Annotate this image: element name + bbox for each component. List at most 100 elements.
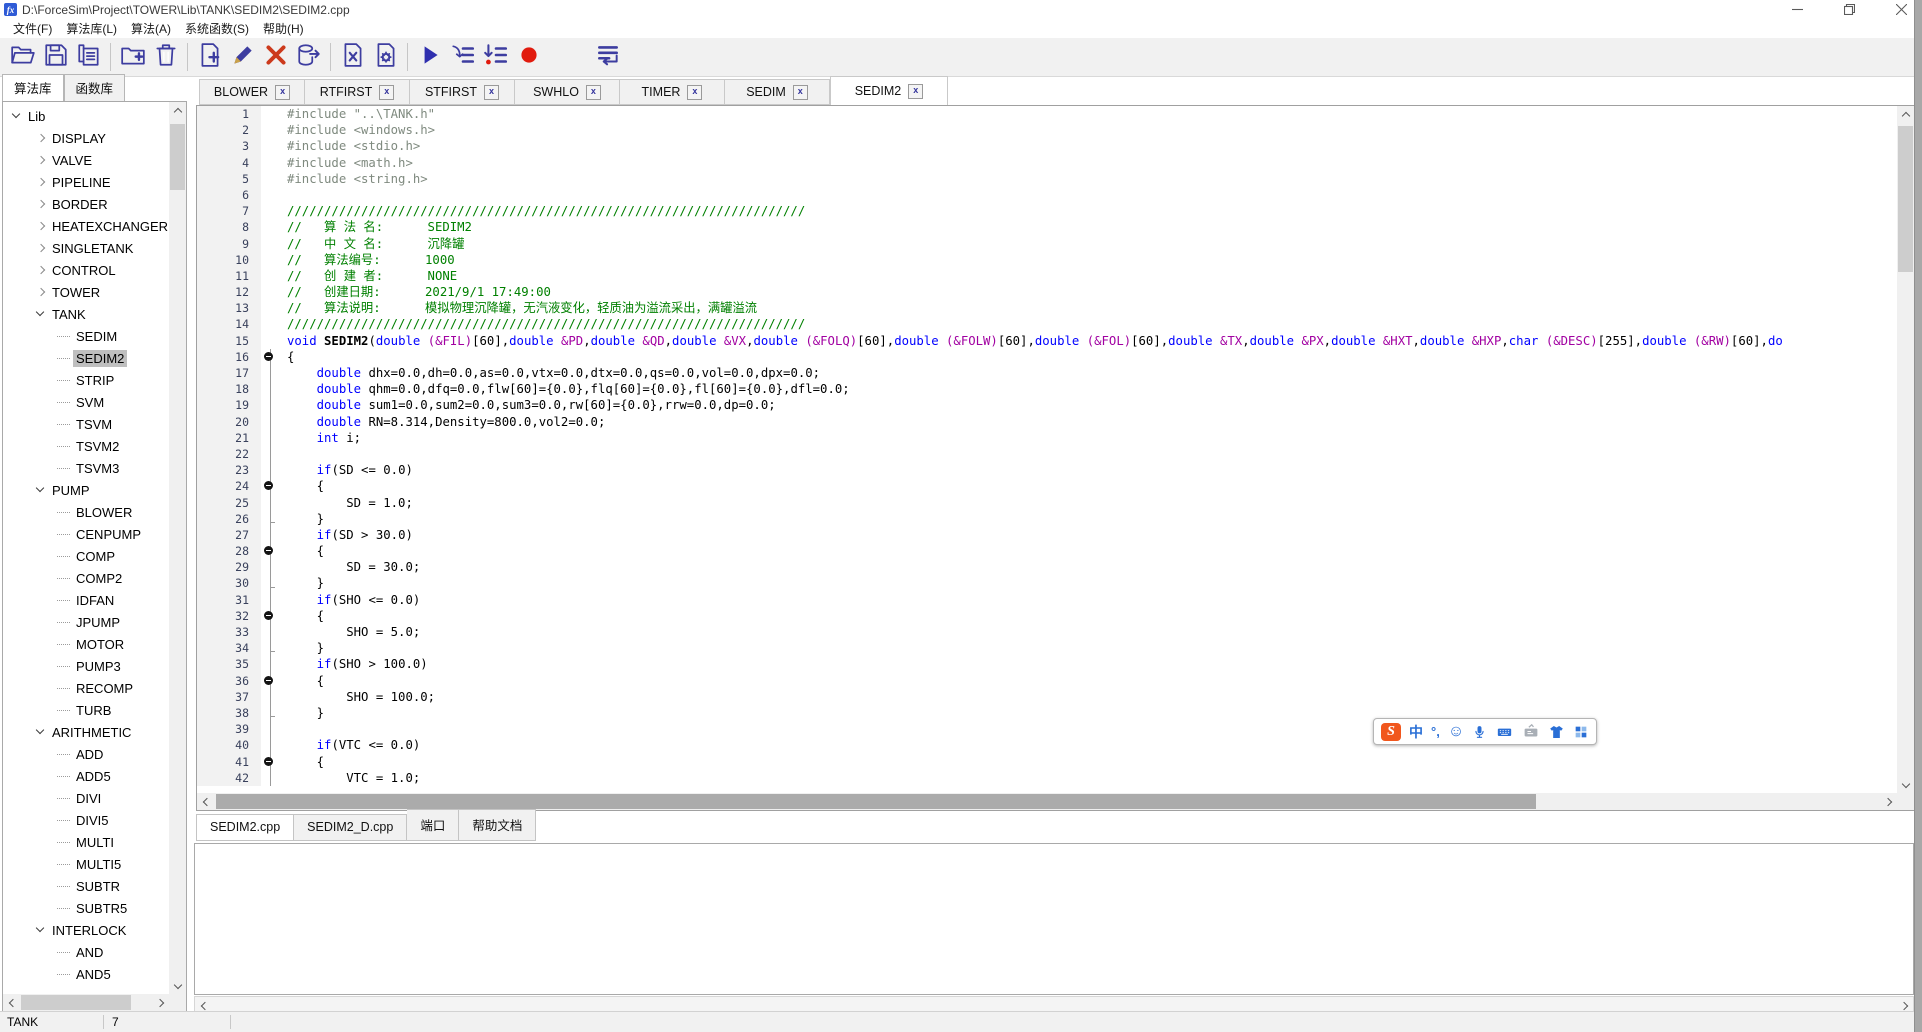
tree-item-MULTI[interactable]: MULTI: [3, 831, 168, 853]
file-gear-button[interactable]: [369, 41, 402, 73]
tree-item-MOTOR[interactable]: MOTOR: [3, 633, 168, 655]
chevron-down-icon[interactable]: [33, 482, 49, 498]
tree-item-VALVE[interactable]: VALVE: [3, 149, 168, 171]
record-button[interactable]: [512, 41, 545, 73]
tree-item-PIPELINE[interactable]: PIPELINE: [3, 171, 168, 193]
chevron-down-icon[interactable]: [33, 724, 49, 740]
tab-RTFIRST[interactable]: RTFIRSTx: [305, 79, 410, 105]
chevron-right-icon[interactable]: [33, 174, 49, 190]
tab-close-icon[interactable]: x: [793, 85, 808, 100]
tree-item-STRIP[interactable]: STRIP: [3, 369, 168, 391]
tree-item-JPUMP[interactable]: JPUMP: [3, 611, 168, 633]
tree-item-HEATEXCHANGER[interactable]: HEATEXCHANGER: [3, 215, 168, 237]
tab-SWHLO[interactable]: SWHLOx: [515, 79, 620, 105]
chevron-right-icon[interactable]: [33, 284, 49, 300]
step-into-button[interactable]: [446, 41, 479, 73]
sogou-logo-icon[interactable]: S: [1381, 723, 1401, 741]
tab-close-icon[interactable]: x: [586, 85, 601, 100]
tree-item-SINGLETANK[interactable]: SINGLETANK: [3, 237, 168, 259]
tab-close-icon[interactable]: x: [379, 85, 394, 100]
menu-item-0[interactable]: 文件(F): [6, 19, 59, 38]
fold-marker-icon[interactable]: [264, 352, 273, 361]
fold-marker-icon[interactable]: [264, 757, 273, 766]
file-add-button[interactable]: [193, 41, 226, 73]
code-area[interactable]: 1#include "..\TANK.h"2#include <windows.…: [197, 106, 1897, 793]
delete-x-button[interactable]: [259, 41, 292, 73]
chevron-down-icon[interactable]: [33, 306, 49, 322]
library-tree[interactable]: LibDISPLAYVALVEPIPELINEBORDERHEATEXCHANG…: [3, 105, 168, 993]
tree-item-COMP2[interactable]: COMP2: [3, 567, 168, 589]
scroll-down-icon[interactable]: [169, 977, 186, 994]
tree-item-TOWER[interactable]: TOWER: [3, 281, 168, 303]
scrollbar-thumb[interactable]: [21, 995, 131, 1010]
handwriting-icon[interactable]: [1522, 722, 1540, 742]
tree-item-DIVI5[interactable]: DIVI5: [3, 809, 168, 831]
chinese-mode-icon[interactable]: 中: [1409, 722, 1423, 742]
menu-item-4[interactable]: 帮助(H): [256, 19, 311, 38]
emoji-icon[interactable]: ☺: [1448, 722, 1464, 742]
tree-item-BLOWER[interactable]: BLOWER: [3, 501, 168, 523]
tree-item-MULTI5[interactable]: MULTI5: [3, 853, 168, 875]
scroll-right-icon[interactable]: [1880, 793, 1897, 810]
output-panel[interactable]: [194, 843, 1914, 995]
tree-item-TSVM3[interactable]: TSVM3: [3, 457, 168, 479]
tree-item-TANK[interactable]: TANK: [3, 303, 168, 325]
tree-item-Lib[interactable]: Lib: [3, 105, 168, 127]
tree-item-TSVM[interactable]: TSVM: [3, 413, 168, 435]
menu-item-2[interactable]: 算法(A): [124, 19, 178, 38]
db-export-button[interactable]: [292, 41, 325, 73]
chevron-down-icon[interactable]: [9, 108, 25, 124]
tree-item-ADD[interactable]: ADD: [3, 743, 168, 765]
tab-TIMER[interactable]: TIMERx: [620, 79, 725, 105]
skin-icon[interactable]: [1548, 722, 1565, 742]
tree-item-AND5[interactable]: AND5: [3, 963, 168, 985]
tree-item-COMP[interactable]: COMP: [3, 545, 168, 567]
sidebar-tab-0[interactable]: 算法库: [2, 74, 64, 101]
tab-close-icon[interactable]: x: [275, 85, 290, 100]
tree-item-CENPUMP[interactable]: CENPUMP: [3, 523, 168, 545]
folder-add-button[interactable]: [116, 41, 149, 73]
fold-marker-icon[interactable]: [264, 611, 273, 620]
file-tab-SEDIM2.cpp[interactable]: SEDIM2.cpp: [196, 814, 294, 841]
run-button[interactable]: [413, 41, 446, 73]
tree-horizontal-scrollbar[interactable]: [3, 994, 169, 1011]
editor-vertical-scrollbar[interactable]: [1897, 106, 1914, 793]
chevron-right-icon[interactable]: [33, 262, 49, 278]
tree-item-TSVM2[interactable]: TSVM2: [3, 435, 168, 457]
tab-BLOWER[interactable]: BLOWERx: [199, 79, 305, 105]
sidebar-tab-1[interactable]: 函数库: [64, 74, 126, 101]
chevron-down-icon[interactable]: [33, 922, 49, 938]
sogou-ime-bar[interactable]: S中 °, ☺: [1373, 718, 1597, 745]
fold-marker-icon[interactable]: [264, 676, 273, 685]
step-list-button[interactable]: [479, 41, 512, 73]
file-wrench-button[interactable]: [336, 41, 369, 73]
save-button[interactable]: [39, 41, 72, 73]
tree-item-DISPLAY[interactable]: DISPLAY: [3, 127, 168, 149]
chevron-right-icon[interactable]: [33, 240, 49, 256]
tree-item-SEDIM2[interactable]: SEDIM2: [3, 347, 168, 369]
punctuation-icon[interactable]: °,: [1431, 722, 1440, 742]
tab-close-icon[interactable]: x: [484, 85, 499, 100]
tab-SEDIM[interactable]: SEDIMx: [725, 79, 830, 105]
tree-item-CONTROL[interactable]: CONTROL: [3, 259, 168, 281]
scrollbar-thumb[interactable]: [216, 794, 1536, 809]
tree-item-IDFAN[interactable]: IDFAN: [3, 589, 168, 611]
tab-SEDIM2[interactable]: SEDIM2x: [830, 76, 948, 105]
tree-item-AND[interactable]: AND: [3, 941, 168, 963]
scrollbar-thumb[interactable]: [170, 124, 185, 190]
close-icon[interactable]: [1890, 2, 1912, 18]
scroll-left-icon[interactable]: [197, 793, 214, 810]
chevron-right-icon[interactable]: [33, 218, 49, 234]
scroll-down-icon[interactable]: [1897, 776, 1914, 793]
tab-close-icon[interactable]: x: [908, 84, 923, 99]
scroll-up-icon[interactable]: [1897, 106, 1914, 123]
tree-item-SVM[interactable]: SVM: [3, 391, 168, 413]
mic-icon[interactable]: [1472, 722, 1487, 742]
toolbox-icon[interactable]: [1573, 722, 1589, 742]
tree-item-SEDIM[interactable]: SEDIM: [3, 325, 168, 347]
tree-vertical-scrollbar[interactable]: [169, 102, 186, 994]
tree-item-TURB[interactable]: TURB: [3, 699, 168, 721]
code-editor[interactable]: 1#include "..\TANK.h"2#include <windows.…: [196, 105, 1915, 811]
tree-item-PUMP3[interactable]: PUMP3: [3, 655, 168, 677]
tab-STFIRST[interactable]: STFIRSTx: [410, 79, 515, 105]
